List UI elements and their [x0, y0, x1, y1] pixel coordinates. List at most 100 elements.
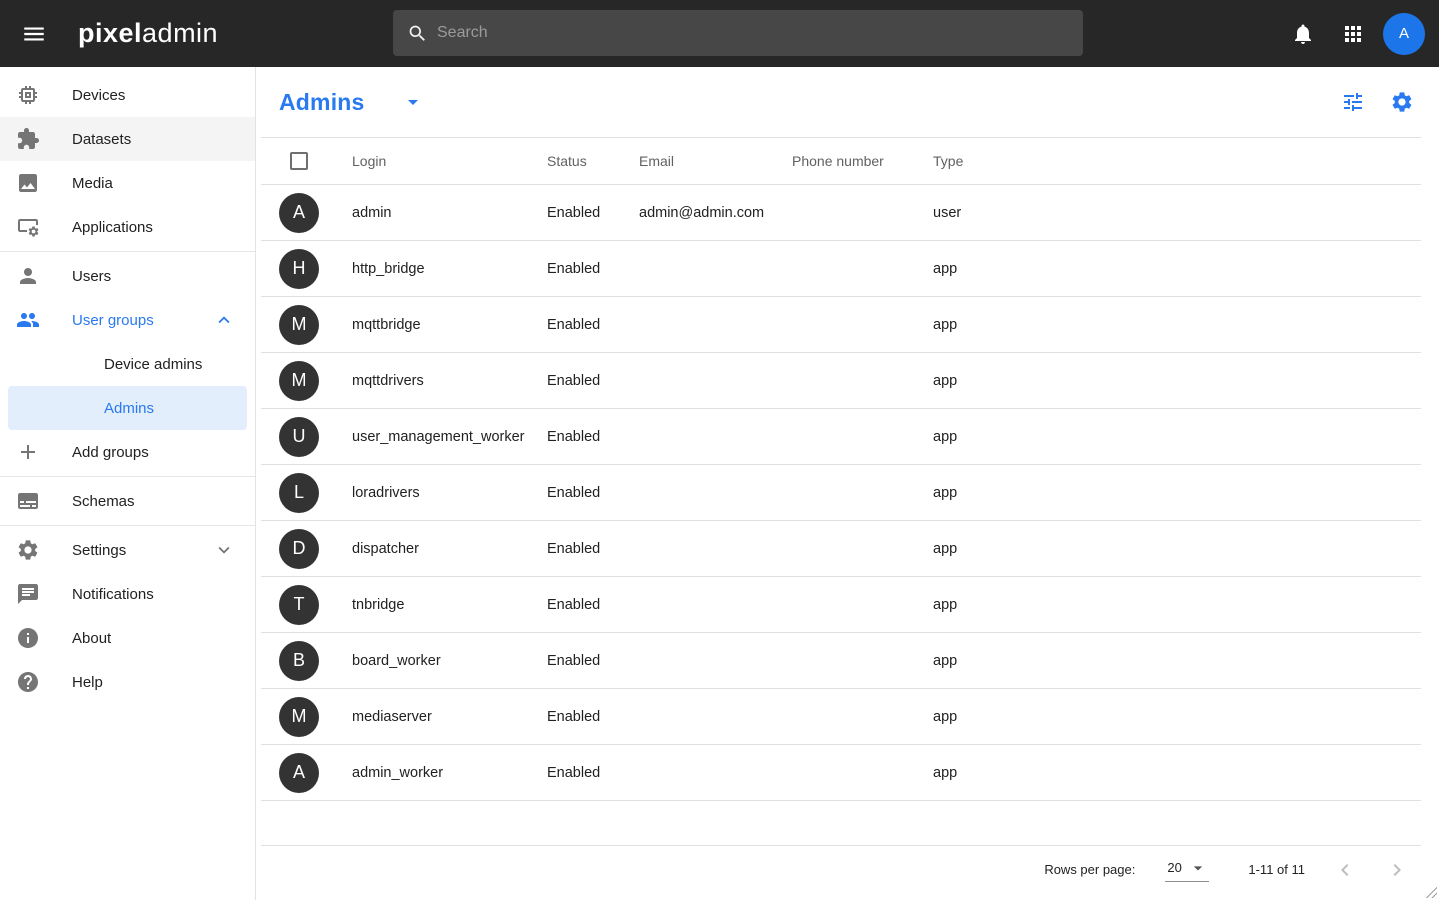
app-settings-icon: [16, 215, 40, 239]
previous-page-button[interactable]: [1333, 858, 1357, 882]
rows-per-page-label: Rows per page:: [1044, 862, 1135, 877]
cell-type: user: [933, 205, 1421, 221]
search-bar[interactable]: [393, 10, 1083, 56]
table-row[interactable]: MmqttbridgeEnabledapp: [261, 297, 1421, 353]
info-icon: [16, 626, 40, 650]
sidebar-item-settings[interactable]: Settings: [0, 528, 255, 572]
cell-status: Enabled: [547, 709, 639, 725]
sidebar-item-media[interactable]: Media: [0, 161, 255, 205]
sidebar-item-add-groups[interactable]: Add groups: [0, 430, 255, 474]
image-icon: [16, 171, 40, 195]
cell-status: Enabled: [547, 373, 639, 389]
cell-login: http_bridge: [352, 261, 547, 277]
cell-login: tnbridge: [352, 597, 547, 613]
page-header: Admins: [256, 67, 1439, 137]
sidebar-divider: [0, 525, 255, 526]
cell-login: dispatcher: [352, 541, 547, 557]
cell-status: Enabled: [547, 597, 639, 613]
column-header-type: Type: [933, 153, 1421, 169]
table-row[interactable]: MmediaserverEnabled app: [261, 689, 1421, 745]
sidebar-item-label: Notifications: [72, 586, 154, 603]
cell-status: Enabled: [547, 653, 639, 669]
logo-light: admin: [142, 18, 218, 48]
rows-per-page-select[interactable]: 20: [1165, 858, 1209, 882]
row-avatar: U: [279, 417, 319, 457]
search-input[interactable]: [437, 24, 1069, 42]
column-header-email: Email: [639, 153, 792, 169]
sidebar-item-help[interactable]: Help: [0, 660, 255, 704]
cell-status: Enabled: [547, 261, 639, 277]
table-actions: [1341, 90, 1414, 114]
sidebar-item-label: Schemas: [72, 493, 135, 510]
select-all-checkbox[interactable]: [290, 152, 308, 170]
table-row[interactable]: AadminEnabledadmin@admin.comuser: [261, 185, 1421, 241]
row-avatar: B: [279, 641, 319, 681]
help-icon: [16, 670, 40, 694]
user-avatar[interactable]: A: [1383, 13, 1425, 55]
table-row[interactable]: Uuser_management_workerEnabled app: [261, 409, 1421, 465]
sidebar-item-device-admins[interactable]: Device admins: [0, 342, 255, 386]
admins-table: Login Status Email Phone number Type Aad…: [261, 137, 1421, 801]
cell-type: app: [933, 429, 1421, 445]
sidebar-divider: [0, 476, 255, 477]
sidebar-item-about[interactable]: About: [0, 616, 255, 660]
sidebar-item-label: Help: [72, 674, 103, 691]
sidebar-item-schemas[interactable]: Schemas: [0, 479, 255, 523]
sidebar-item-label: Media: [72, 175, 113, 192]
row-avatar: T: [279, 585, 319, 625]
table-row[interactable]: LloradriversEnabledapp: [261, 465, 1421, 521]
sidebar-item-label: Datasets: [72, 131, 131, 148]
sidebar-item-users[interactable]: Users: [0, 254, 255, 298]
sidebar-item-label: User groups: [72, 312, 154, 329]
page-title: Admins: [279, 89, 365, 116]
logo-bold: pixel: [78, 18, 142, 48]
row-avatar: M: [279, 361, 319, 401]
row-avatar: D: [279, 529, 319, 569]
row-avatar: M: [279, 697, 319, 737]
topbar-actions: A: [1283, 0, 1425, 67]
sidebar-item-label: Add groups: [72, 444, 149, 461]
cell-login: board_worker: [352, 653, 547, 669]
sidebar-item-devices[interactable]: Devices: [0, 73, 255, 117]
memory-icon: [16, 83, 40, 107]
sidebar-item-label: Settings: [72, 542, 126, 559]
person-icon: [16, 264, 40, 288]
menu-icon[interactable]: [14, 14, 54, 54]
table-row[interactable]: Aadmin_workerEnabledapp: [261, 745, 1421, 801]
table-row[interactable]: Hhttp_bridgeEnabledapp: [261, 241, 1421, 297]
column-header-phone: Phone number: [792, 153, 933, 169]
cell-login: mediaserver: [352, 709, 547, 725]
table-row[interactable]: Bboard_workerEnabledapp: [261, 633, 1421, 689]
notifications-bell-icon[interactable]: [1283, 14, 1323, 54]
table-row[interactable]: DdispatcherEnabledapp: [261, 521, 1421, 577]
sidebar-item-user-groups[interactable]: User groups: [0, 298, 255, 342]
cell-status: Enabled: [547, 485, 639, 501]
sidebar-item-applications[interactable]: Applications: [0, 205, 255, 249]
next-page-button[interactable]: [1385, 858, 1409, 882]
table-row[interactable]: TtnbridgeEnabled app: [261, 577, 1421, 633]
sidebar-item-admins[interactable]: Admins: [8, 386, 247, 430]
cell-login: loradrivers: [352, 485, 547, 501]
chevron-down-icon: [213, 539, 235, 561]
row-avatar: L: [279, 473, 319, 513]
sidebar-item-datasets[interactable]: Datasets: [0, 117, 255, 161]
sidebar-item-label: Users: [72, 268, 111, 285]
page-title-dropdown[interactable]: Admins: [279, 89, 425, 116]
topbar: pixeladmin A: [0, 0, 1439, 67]
cell-status: Enabled: [547, 429, 639, 445]
cell-type: app: [933, 597, 1421, 613]
sidebar-item-notifications[interactable]: Notifications: [0, 572, 255, 616]
cell-type: app: [933, 261, 1421, 277]
table-settings-gear-icon[interactable]: [1390, 90, 1414, 114]
apps-grid-icon[interactable]: [1333, 14, 1373, 54]
cell-status: Enabled: [547, 541, 639, 557]
cell-login: user_management_worker: [352, 429, 547, 445]
table-row[interactable]: MmqttdriversEnabledapp: [261, 353, 1421, 409]
sidebar-item-label: Admins: [104, 400, 154, 417]
main-content: Admins Login Status Email Phone number T…: [256, 67, 1439, 900]
cell-type: app: [933, 765, 1421, 781]
chevron-right-icon: [1385, 858, 1409, 882]
filter-columns-icon[interactable]: [1341, 90, 1365, 114]
cell-status: Enabled: [547, 765, 639, 781]
cell-type: app: [933, 709, 1421, 725]
